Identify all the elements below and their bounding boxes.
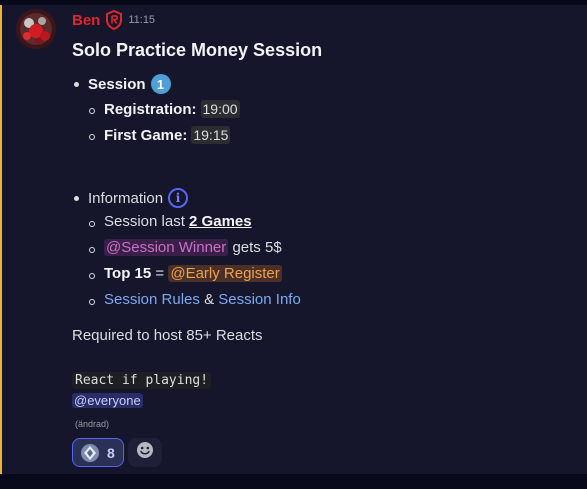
list-item-information: Information i bbox=[88, 188, 189, 208]
info-icon: i bbox=[168, 188, 189, 208]
registration-time: 19:00 bbox=[200, 100, 240, 118]
list-item-first-game: First Game: 19:15 bbox=[104, 126, 231, 144]
list-item-session-length: Session last 2 Games bbox=[104, 213, 252, 230]
list-item-session: Session 1 bbox=[88, 74, 171, 94]
top-label: Top 15 bbox=[104, 265, 152, 282]
timestamp[interactable]: 11:15 bbox=[128, 14, 155, 26]
required-text: Required to host 85+ Reacts bbox=[72, 327, 263, 344]
reaction-button[interactable]: 8 bbox=[72, 438, 124, 467]
list-bullet bbox=[89, 247, 95, 253]
session-rules-link[interactable]: Session Rules bbox=[104, 291, 200, 308]
list-bullet bbox=[74, 82, 79, 87]
session-last-value: 2 Games bbox=[189, 213, 252, 230]
list-bullet bbox=[89, 299, 95, 305]
reaction-count: 8 bbox=[107, 444, 115, 461]
list-item-registration: Registration: 19:00 bbox=[104, 100, 240, 118]
list-bullet bbox=[89, 273, 95, 279]
everyone-line: @everyone bbox=[72, 393, 143, 408]
add-reaction-button[interactable] bbox=[128, 438, 162, 467]
message-title: Solo Practice Money Session bbox=[72, 40, 323, 60]
edited-label: (ändrad) bbox=[75, 419, 110, 429]
top-equals: = bbox=[155, 265, 165, 282]
session-last-prefix: Session last bbox=[104, 213, 185, 230]
first-game-label: First Game: bbox=[104, 126, 188, 144]
registration-label: Registration: bbox=[104, 100, 197, 118]
code-block: React if playing! bbox=[72, 372, 212, 389]
smiley-icon bbox=[136, 441, 154, 464]
bottom-strip bbox=[0, 474, 587, 489]
list-item-winner: @Session Winner gets 5$ bbox=[104, 239, 282, 256]
mention-highlight-bar bbox=[0, 5, 2, 474]
and-text: & bbox=[204, 291, 215, 308]
information-label: Information bbox=[88, 189, 164, 207]
chat-message: Ben 11:15 Solo Practice Money Session Se… bbox=[0, 5, 587, 474]
username[interactable]: Ben bbox=[72, 12, 100, 29]
shield-role-icon[interactable] bbox=[105, 9, 123, 31]
list-item-links: Session Rules & Session Info bbox=[104, 291, 301, 308]
diamond-badge-icon bbox=[80, 443, 100, 463]
avatar[interactable] bbox=[16, 9, 56, 49]
list-bullet bbox=[89, 134, 95, 140]
number-one-icon: 1 bbox=[150, 74, 171, 94]
session-label: Session bbox=[88, 75, 146, 93]
list-bullet bbox=[89, 108, 95, 114]
list-bullet bbox=[89, 221, 95, 227]
list-item-top: Top 15 = @Early Register bbox=[104, 265, 282, 282]
first-game-time: 19:15 bbox=[191, 126, 231, 144]
message-header: Ben 11:15 bbox=[72, 9, 155, 31]
session-info-link[interactable]: Session Info bbox=[218, 291, 301, 308]
winner-suffix: gets 5$ bbox=[232, 239, 282, 256]
everyone-mention[interactable]: @everyone bbox=[72, 393, 143, 408]
list-bullet bbox=[74, 196, 79, 201]
session-winner-role-mention[interactable]: @Session Winner bbox=[104, 239, 229, 256]
early-register-role-mention[interactable]: @Early Register bbox=[168, 265, 282, 282]
